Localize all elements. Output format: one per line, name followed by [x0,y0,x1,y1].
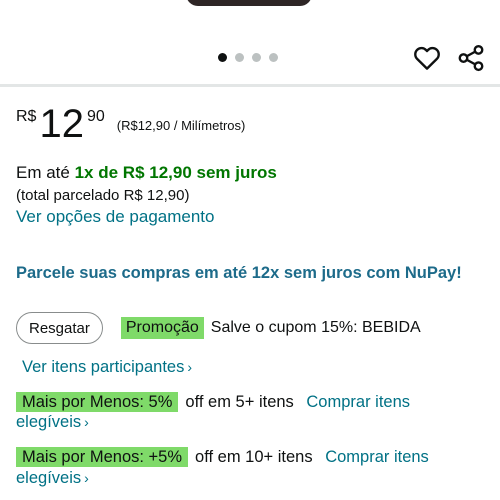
installment-total: (total parcelado R$ 12,90) [16,187,190,204]
buy-eligible-items-link-continued[interactable]: elegíveis › [16,413,89,432]
nupay-promo-text[interactable]: Parcele suas compras em até 12x sem juro… [16,264,462,283]
product-image [186,0,312,6]
installment-info: Em até 1x de R$ 12,90 sem juros [16,163,277,183]
price-whole: 12 [39,102,84,146]
heart-outline-icon [414,46,440,70]
share-icon [458,44,484,72]
chevron-right-icon: › [84,414,89,430]
gallery-dot-active [218,53,227,62]
mais-por-menos-off-text: off em 5+ itens [185,393,294,411]
mais-por-menos-offer: Mais por Menos: 5% off em 5+ itens Compra… [16,390,410,414]
buy-eligible-items-link[interactable]: Comprar itens [325,448,429,466]
redeem-coupon-button[interactable]: Resgatar [16,312,103,344]
chevron-right-icon: › [187,359,193,375]
eligible-label: elegíveis [16,469,82,487]
coupon-description: Salve o cupom 15%: BEBIDA [210,319,421,336]
buy-eligible-items-link-continued[interactable]: elegíveis › [16,469,89,488]
mais-por-menos-off-text: off em 10+ itens [195,448,313,466]
buy-eligible-items-link[interactable]: Comprar itens [306,393,410,411]
participating-items-label: Ver itens participantes [22,358,185,376]
product-image-gallery[interactable] [0,0,500,84]
price-display: R$ 12 90 (R$12,90 / Milímetros) [16,104,245,144]
mais-por-menos-badge: Mais por Menos: +5% [16,447,189,467]
chevron-right-icon: › [84,470,89,486]
promotion-badge: Promoção [120,317,204,339]
gallery-dot [269,53,278,62]
eligible-label: elegíveis [16,413,82,431]
favorite-button[interactable] [412,43,442,73]
mais-por-menos-badge: Mais por Menos: 5% [16,392,179,412]
participating-items-link[interactable]: Ver itens participantes › [22,358,192,377]
payment-options-link[interactable]: Ver opções de pagamento [16,207,214,227]
price-currency-symbol: R$ [16,108,37,125]
unit-price: (R$12,90 / Milímetros) [116,118,246,133]
installment-highlight: 1x de R$ 12,90 sem juros [74,163,277,182]
share-button[interactable] [456,43,486,73]
section-divider [0,84,500,87]
price-fraction: 90 [86,108,105,125]
gallery-dot [235,53,244,62]
coupon-row: Resgatar Promoção Salve o cupom 15%: BEB… [16,312,421,344]
gallery-dot [252,53,261,62]
mais-por-menos-offer: Mais por Menos: +5% off em 10+ itens Comp… [16,445,429,469]
installment-prefix: Em até [16,163,70,182]
gallery-pagination-dots [218,53,278,62]
